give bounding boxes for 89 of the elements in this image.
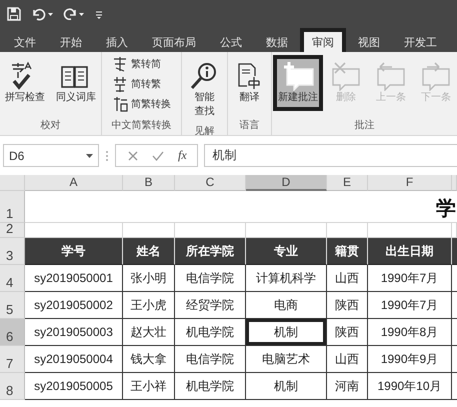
new-comment-icon [281,61,315,91]
save-icon[interactable] [7,7,21,21]
undo-icon[interactable] [31,7,53,21]
ribbon-tab[interactable]: 视图 [346,28,392,52]
table-cell: 陕西 [327,319,368,346]
ribbon-tab[interactable]: 审阅 [300,28,346,52]
table-cell: 机电学院 [175,319,246,346]
ribbon-tab[interactable]: 文件 [2,28,48,52]
ribbon-button[interactable]: 智能查找 [182,55,226,125]
table-cell: 山西 [327,265,368,292]
table-cell: sy2019050003 [25,319,123,346]
ribbon-button[interactable]: 翻译 [228,55,272,111]
character-icon [112,56,128,72]
column-heading-cell: 学号 [25,238,123,265]
table-cell: 陕西 [327,292,368,319]
table-cell: 1990年9月 [368,346,452,373]
group-label: 校对 [40,119,62,133]
group-label: 见解 [194,125,216,135]
table-cell: 经贸学院 [175,292,246,319]
cancel-icon[interactable] [128,150,138,160]
ribbon-button[interactable]: 拼写检查 [0,55,50,111]
group-label: 语言 [238,119,260,133]
ribbon-tab[interactable]: 数据 [254,28,300,52]
column-heading-cell: 所在学院 [175,238,246,265]
ribbon-button[interactable]: 新建批注 [273,55,323,111]
ribbon-button[interactable]: 繁转简 [111,55,172,73]
table-cell: 1990年7月 [368,265,452,292]
group-label: 中文简繁转换 [110,119,172,133]
ribbon-tab[interactable]: 开发工 [392,28,449,52]
table-cell: sy2019050001 [25,265,123,292]
column-header[interactable]: E [327,175,368,191]
table-cell: 电信学院 [175,265,246,292]
table-cell: sy2019050005 [25,373,123,400]
table-cell: 机电学院 [175,373,246,400]
column-header[interactable]: A [25,175,123,191]
table-cell: 王小虎 [123,292,175,319]
grip-icon [105,150,109,162]
character-icon [112,96,128,112]
table-cell: 电信学院 [175,346,246,373]
row-header[interactable]: 4 [0,265,25,292]
active-cell[interactable]: 机制 [246,319,327,346]
row-header[interactable]: 6 [0,319,25,346]
table-cell: 电商 [246,292,327,319]
table-cell: 1990年10月 [368,373,452,400]
table-cell: 电脑艺术 [246,346,327,373]
column-header[interactable]: F [368,175,452,191]
table-cell: 1990年7月 [368,292,452,319]
name-box[interactable]: D6 [3,144,99,167]
row-header[interactable]: 2 [0,223,25,238]
row-header[interactable]: 8 [0,373,25,400]
table-cell: sy2019050004 [25,346,123,373]
dropdown-icon[interactable] [86,154,93,158]
ribbon-button[interactable]: 简转繁 [111,75,172,93]
table-cell: 王小祥 [123,373,175,400]
ribbon-tab[interactable]: 开始 [48,28,94,52]
formula-field[interactable]: 机制 [204,144,457,167]
column-heading-cell: 专业 [246,238,327,265]
row-header[interactable]: 1 [0,191,25,223]
table-cell: 张小明 [123,265,175,292]
column-header[interactable]: B [123,175,175,191]
ribbon-tab[interactable]: 公式 [208,28,254,52]
column-heading-cell: 姓名 [123,238,175,265]
row-header[interactable]: 7 [0,346,25,373]
column-header[interactable]: C [175,175,246,191]
column-heading-cell: 籍贯 [327,238,368,265]
row-header[interactable]: 5 [0,292,25,319]
ribbon-tab[interactable]: 插入 [94,28,140,52]
column-header[interactable]: D [246,175,327,191]
group-label: 批注 [354,119,376,133]
table-cell: 1990年8月 [368,319,452,346]
table-cell: 河南 [327,373,368,400]
check-icon[interactable] [152,150,164,160]
column-heading-cell: 出生日期 [368,238,452,265]
customize-icon[interactable] [95,9,103,19]
ribbon-button[interactable]: 简繁转换 [111,95,172,113]
redo-icon[interactable] [63,7,85,21]
column-heading-cell [452,238,457,265]
row-header[interactable]: 3 [0,238,25,265]
table-cell: 机制 [246,373,327,400]
ribbon-button[interactable]: 同义词库 [51,55,101,111]
table-title: 学 [436,197,456,222]
table-cell: sy2019050002 [25,292,123,319]
table-cell: 计算机科学 [246,265,327,292]
table-cell: 赵大壮 [123,319,175,346]
insert-function-button[interactable]: fx [178,148,187,163]
character-icon [112,76,128,92]
ribbon-tab[interactable]: 页面布局 [140,28,208,52]
table-cell: 山西 [327,346,368,373]
table-cell: 钱大拿 [123,346,175,373]
